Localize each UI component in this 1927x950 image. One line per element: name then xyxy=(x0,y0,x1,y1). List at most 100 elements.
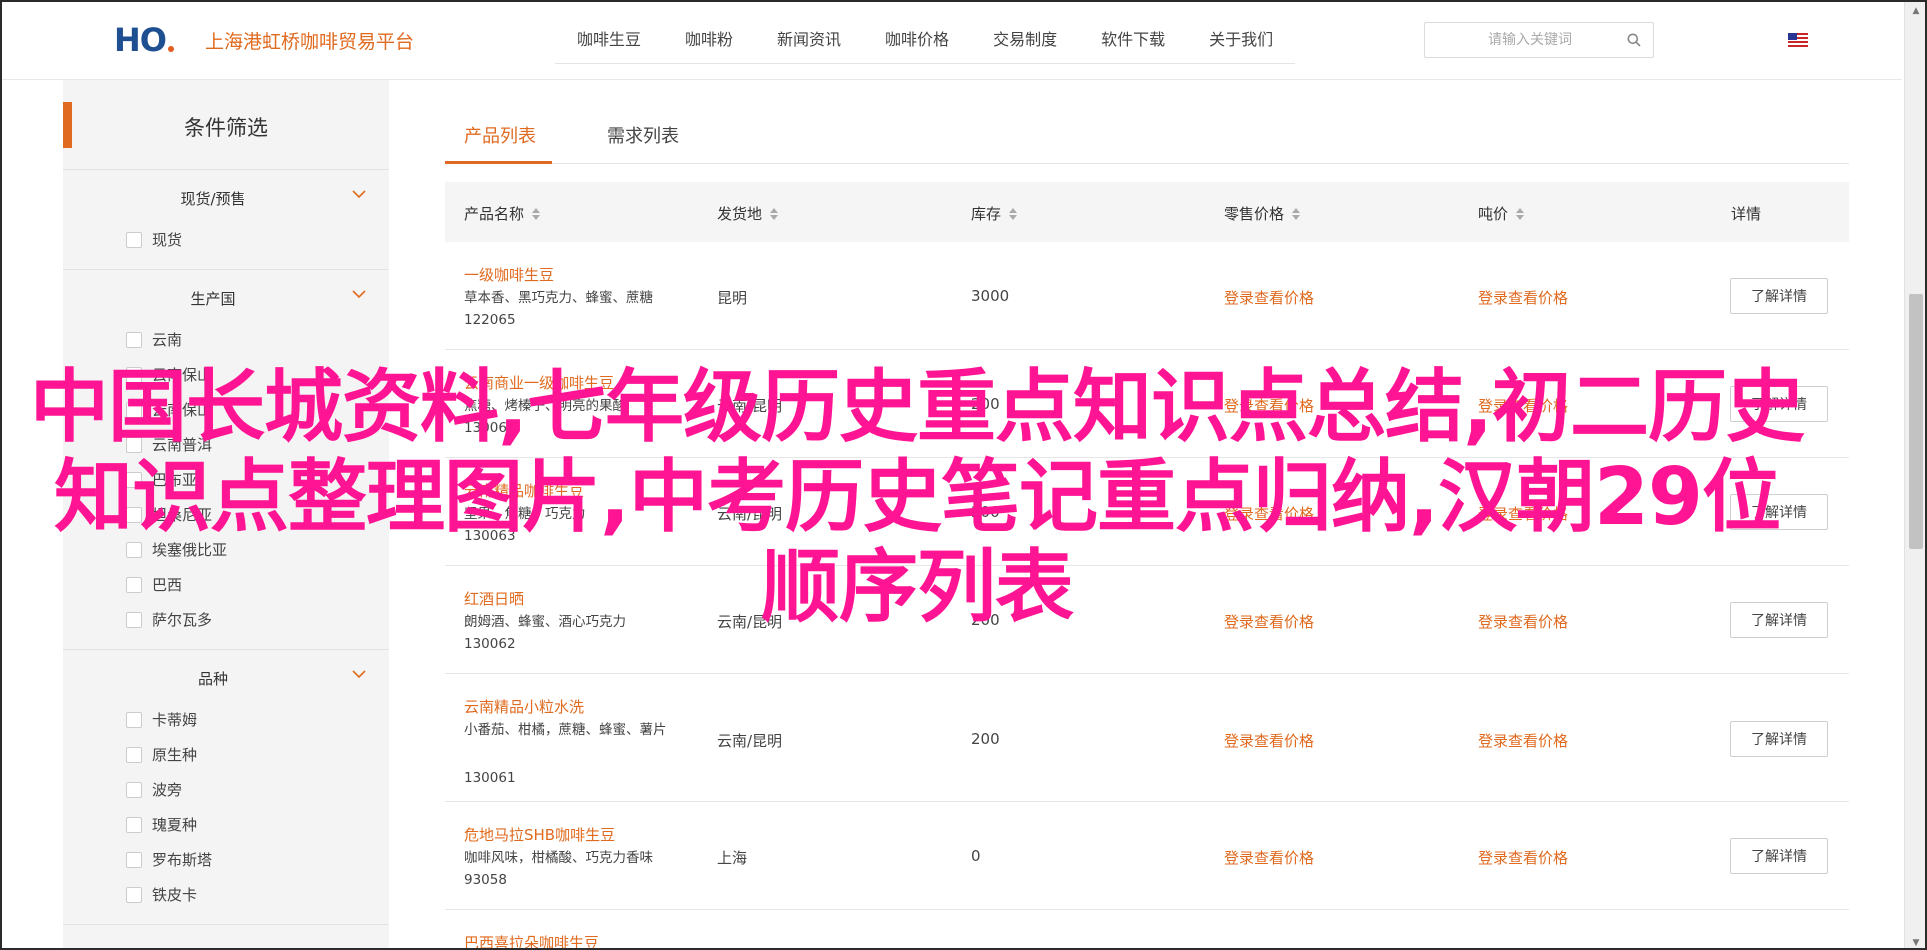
nav-item-downloads[interactable]: 软件下载 xyxy=(1079,2,1187,64)
scroll-up-arrow-icon[interactable]: ▲ xyxy=(1905,2,1925,20)
ton-price-login-link[interactable]: 登录查看价格 xyxy=(1478,847,1568,868)
sort-icon[interactable] xyxy=(1292,207,1301,221)
product-code: 122065 xyxy=(464,312,516,328)
filter-option[interactable]: 卡蒂姆 xyxy=(63,702,389,737)
product-origin: 昆明 xyxy=(717,289,748,307)
active-tab-underline xyxy=(445,161,552,164)
product-description: 咖啡风味，柑橘酸、巧克力香味 xyxy=(464,850,653,866)
filter-checkbox[interactable] xyxy=(126,816,142,833)
filter-checkbox[interactable] xyxy=(126,851,142,868)
product-name-link[interactable]: 云南精品小粒水洗 xyxy=(464,696,584,717)
table-row: 危地马拉SHB咖啡生豆咖啡风味，柑橘酸、巧克力香味 93058 上海 0 登录查看价格 登… xyxy=(445,802,1849,910)
table-row: 巴西喜拉朵咖啡生豆 xyxy=(445,910,1849,948)
filter-option-label: 原生种 xyxy=(152,746,198,764)
filter-option-label: 云南 xyxy=(152,331,183,349)
product-name-link[interactable]: 危地马拉SHB咖啡生豆 xyxy=(464,824,615,845)
filter-group: 品种卡蒂姆原生种波旁瑰夏种罗布斯塔铁皮卡 xyxy=(63,650,389,925)
nav-item-coffee-powder[interactable]: 咖啡粉 xyxy=(663,2,755,64)
nav-item-prices[interactable]: 咖啡价格 xyxy=(863,2,971,64)
column-header-details: 详情 xyxy=(1731,205,1762,223)
sort-icon[interactable] xyxy=(1009,207,1018,221)
chevron-down-icon[interactable] xyxy=(351,666,367,682)
filter-option-label: 铁皮卡 xyxy=(152,886,198,904)
retail-price-login-link[interactable]: 登录查看价格 xyxy=(1224,287,1314,308)
scroll-down-arrow-icon[interactable]: ▼ xyxy=(1905,934,1925,948)
filter-option-label: 罗布斯塔 xyxy=(152,851,213,869)
product-origin: 上海 xyxy=(717,849,748,867)
product-code: 130062 xyxy=(464,636,516,652)
filter-checkbox[interactable] xyxy=(126,711,142,728)
content-tabs: 产品列表 需求列表 xyxy=(445,80,1849,164)
filter-option[interactable]: 云南 xyxy=(63,322,389,357)
chevron-down-icon[interactable] xyxy=(351,286,367,302)
us-flag-icon[interactable] xyxy=(1788,33,1808,47)
detail-button[interactable]: 了解详情 xyxy=(1730,278,1828,314)
filter-option-label: 波旁 xyxy=(152,781,183,799)
search-icon[interactable] xyxy=(1627,33,1641,47)
retail-price-login-link[interactable]: 登录查看价格 xyxy=(1224,730,1314,751)
filter-option[interactable]: 罗布斯塔 xyxy=(63,842,389,877)
page-scrollbar[interactable]: ▲ ▼ xyxy=(1904,2,1925,948)
search-input[interactable] xyxy=(1425,23,1615,57)
filter-checkbox[interactable] xyxy=(126,231,142,248)
filter-group-title: 现货/预售 xyxy=(180,190,246,208)
filter-checkbox[interactable] xyxy=(126,781,142,798)
nav-item-about[interactable]: 关于我们 xyxy=(1187,2,1295,64)
filter-group-title: 生产国 xyxy=(190,290,236,308)
filter-checkbox[interactable] xyxy=(126,331,142,348)
product-name-link[interactable]: 巴西喜拉朵咖啡生豆 xyxy=(464,932,599,948)
product-code: 130061 xyxy=(464,770,516,786)
nav-item-green-beans[interactable]: 咖啡生豆 xyxy=(555,2,663,64)
product-name-link[interactable]: 一级咖啡生豆 xyxy=(464,264,554,285)
filter-group: 现货/预售现货 xyxy=(63,170,389,270)
product-stock: 0 xyxy=(971,847,981,865)
product-stock: 200 xyxy=(971,730,1000,748)
detail-button[interactable]: 了解详情 xyxy=(1730,838,1828,874)
table-row: 云南精品小粒水洗 小番茄、柑橘，蔗糖、蜂蜜、薯片 130061 云南/昆明 200 登录查… xyxy=(445,674,1849,802)
logo-mark: HO xyxy=(114,21,167,59)
sort-icon[interactable] xyxy=(532,207,541,221)
filter-option[interactable]: 瑰夏种 xyxy=(63,807,389,842)
table-header: 产品名称 发货地 库存 零售价格 吨价 详情 xyxy=(445,182,1849,242)
nav-item-news[interactable]: 新闻资讯 xyxy=(755,2,863,64)
tab-demand-list[interactable]: 需求列表 xyxy=(607,122,679,148)
sort-icon[interactable] xyxy=(1516,207,1525,221)
product-code: 93058 xyxy=(464,872,507,888)
table-row: 一级咖啡生豆草本香、黑巧克力、蜂蜜、蔗糖 122065 昆明 3000 登录查看价格 登录… xyxy=(445,242,1849,350)
tab-product-list[interactable]: 产品列表 xyxy=(464,122,536,148)
sidebar-header: 条件筛选 xyxy=(63,80,389,170)
column-header-stock[interactable]: 库存 xyxy=(971,203,1018,224)
filter-checkbox[interactable] xyxy=(126,746,142,763)
column-header-retail-price[interactable]: 零售价格 xyxy=(1224,203,1301,224)
product-description: 草本香、黑巧克力、蜂蜜、蔗糖 xyxy=(464,290,653,306)
filter-group-title: 品种 xyxy=(197,670,228,688)
chevron-down-icon[interactable] xyxy=(351,186,367,202)
filter-option[interactable]: 铁皮卡 xyxy=(63,877,389,912)
filter-option-label: 瑰夏种 xyxy=(152,816,198,834)
filter-option[interactable]: 波旁 xyxy=(63,772,389,807)
filter-option[interactable]: 原生种 xyxy=(63,737,389,772)
filter-option-label: 卡蒂姆 xyxy=(152,711,198,729)
browser-frame: HO 上海港虹桥咖啡贸易平台 咖啡生豆 咖啡粉 新闻资讯 咖啡价格 交易制度 软… xyxy=(0,0,1927,950)
column-header-ton-price[interactable]: 吨价 xyxy=(1478,203,1525,224)
filter-checkbox[interactable] xyxy=(126,886,142,903)
column-header-product-name[interactable]: 产品名称 xyxy=(464,203,541,224)
sort-icon[interactable] xyxy=(770,207,779,221)
site-header: HO 上海港虹桥咖啡贸易平台 咖啡生豆 咖啡粉 新闻资讯 咖啡价格 交易制度 软… xyxy=(2,2,1902,80)
scroll-thumb[interactable] xyxy=(1909,294,1923,549)
filter-group-header[interactable]: 品种 xyxy=(63,650,389,702)
column-header-origin[interactable]: 发货地 xyxy=(717,203,779,224)
filter-group-header[interactable]: 生产国 xyxy=(63,270,389,322)
nav-item-trading-rules[interactable]: 交易制度 xyxy=(971,2,1079,64)
sidebar-title: 条件筛选 xyxy=(184,116,268,140)
product-stock: 3000 xyxy=(971,287,1010,305)
site-name[interactable]: 上海港虹桥咖啡贸易平台 xyxy=(205,27,414,54)
ton-price-login-link[interactable]: 登录查看价格 xyxy=(1478,287,1568,308)
filter-option[interactable]: 现货 xyxy=(63,222,389,257)
main-nav: 咖啡生豆 咖啡粉 新闻资讯 咖啡价格 交易制度 软件下载 关于我们 xyxy=(555,2,1296,64)
site-logo[interactable]: HO xyxy=(114,21,174,59)
detail-button[interactable]: 了解详情 xyxy=(1730,721,1828,757)
ton-price-login-link[interactable]: 登录查看价格 xyxy=(1478,730,1568,751)
filter-group-header[interactable]: 现货/预售 xyxy=(63,170,389,222)
retail-price-login-link[interactable]: 登录查看价格 xyxy=(1224,847,1314,868)
